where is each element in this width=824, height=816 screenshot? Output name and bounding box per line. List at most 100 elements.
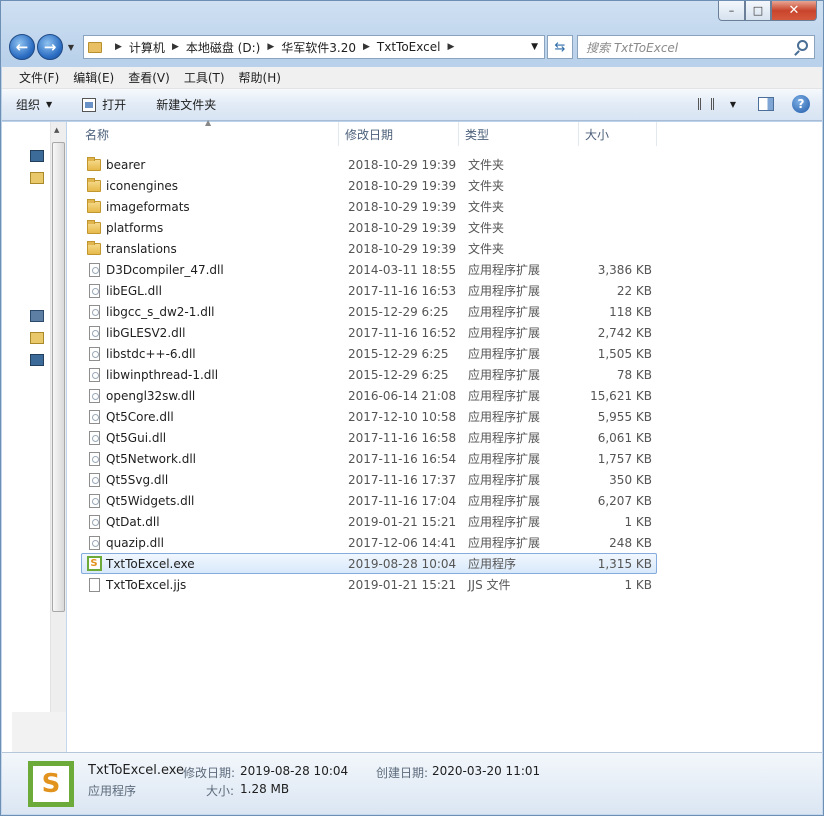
menu-edit[interactable]: 编辑(E) <box>66 69 121 86</box>
menu-view[interactable]: 查看(V) <box>121 69 177 86</box>
open-button[interactable]: 打开 <box>82 96 126 113</box>
file-row[interactable]: iconengines 2018-10-29 19:39 文件夹 <box>81 175 657 196</box>
scrollbar-thumb[interactable] <box>52 142 65 612</box>
search-icon[interactable] <box>797 40 808 51</box>
menu-help[interactable]: 帮助(H) <box>232 69 288 86</box>
breadcrumb-current[interactable]: TxtToExcel <box>377 40 441 54</box>
file-row[interactable]: translations 2018-10-29 19:39 文件夹 <box>81 238 657 259</box>
chevron-right-icon[interactable]: ▶ <box>115 42 122 52</box>
scroll-up-icon[interactable]: ▲ <box>54 126 59 134</box>
new-folder-label: 新建文件夹 <box>156 98 217 112</box>
column-header-type[interactable]: 类型 <box>459 122 579 146</box>
file-row[interactable]: Qt5Widgets.dll 2017-11-16 17:04 应用程序扩展 6,20… <box>81 490 657 511</box>
file-row[interactable]: Qt5Network.dll 2017-11-16 16:54 应用程序扩展 1,75… <box>81 448 657 469</box>
organize-button[interactable]: 组织 ▼ <box>16 96 52 113</box>
breadcrumb-folder[interactable]: 华军软件3.20 <box>281 39 356 56</box>
file-type: 文件夹 <box>468 158 505 172</box>
column-header-size[interactable]: 大小 <box>579 122 657 146</box>
file-row[interactable]: platforms 2018-10-29 19:39 文件夹 <box>81 217 657 238</box>
chevron-right-icon[interactable]: ▶ <box>447 42 454 52</box>
file-row[interactable]: libGLESV2.dll 2017-11-16 16:52 应用程序扩展 2,742… <box>81 322 657 343</box>
dll-file-icon <box>88 451 100 466</box>
file-date: 2018-10-29 19:39 <box>348 157 457 172</box>
file-row[interactable]: libstdc++-6.dll 2015-12-29 6:25 应用程序扩展 1,50… <box>81 343 657 364</box>
minimize-button[interactable]: – <box>718 1 745 21</box>
navigation-pane[interactable]: ▲ ▼ <box>2 122 66 752</box>
network-icon[interactable] <box>30 310 44 322</box>
file-row[interactable]: Qt5Svg.dll 2017-11-16 17:37 应用程序扩展 350 KB <box>81 469 657 490</box>
view-details-icon[interactable] <box>697 98 714 110</box>
file-row[interactable]: bearer 2018-10-29 19:39 文件夹 <box>81 154 657 175</box>
breadcrumb-drive[interactable]: 本地磁盘 (D:) <box>186 39 260 56</box>
column-header-date[interactable]: 修改日期 <box>339 122 459 146</box>
dll-file-icon <box>88 367 100 382</box>
preview-pane-icon[interactable] <box>758 97 774 111</box>
documents-icon[interactable] <box>30 332 44 344</box>
forward-button[interactable]: → <box>37 34 63 60</box>
file-type: 应用程序扩展 <box>468 305 541 319</box>
navigation-scrollbar[interactable]: ▲ ▼ <box>50 122 66 752</box>
libraries-icon[interactable] <box>30 172 44 184</box>
file-row[interactable]: D3Dcompiler_47.dll 2014-03-11 18:55 应用程序扩展… <box>81 259 657 280</box>
folder-icon <box>87 240 101 255</box>
new-folder-button[interactable]: 新建文件夹 <box>156 96 216 113</box>
window-controls: – □ ✕ <box>718 1 817 21</box>
file-date: 2018-10-29 19:39 <box>348 178 457 193</box>
file-size: 78 KB <box>616 367 652 382</box>
file-row[interactable]: QtDat.dll 2019-01-21 15:21 应用程序扩展 1 KB <box>81 511 657 532</box>
chevron-right-icon[interactable]: ▶ <box>267 42 274 52</box>
file-size: 1 KB <box>624 577 652 592</box>
row-icon-cell <box>82 283 106 298</box>
help-icon[interactable]: ? <box>792 95 810 113</box>
search-input[interactable]: 搜索 TxtToExcel <box>577 35 815 59</box>
row-icon-cell <box>82 219 106 234</box>
maximize-button[interactable]: □ <box>745 1 771 21</box>
file-row[interactable]: imageformats 2018-10-29 19:39 文件夹 <box>81 196 657 217</box>
row-icon-cell <box>82 535 106 550</box>
file-name: bearer <box>106 157 146 172</box>
arrow-left-icon: ← <box>15 38 29 56</box>
back-button[interactable]: ← <box>9 34 35 60</box>
menu-file[interactable]: 文件(F) <box>12 69 66 86</box>
file-row[interactable]: opengl32sw.dll 2016-06-14 21:08 应用程序扩展 15,6… <box>81 385 657 406</box>
drive-icon[interactable] <box>30 354 44 366</box>
refresh-button[interactable]: ⇆ <box>547 35 573 59</box>
application-icon: S <box>86 556 102 571</box>
dll-file-icon <box>88 409 100 424</box>
row-icon-cell <box>82 514 106 529</box>
file-date: 2017-11-16 16:58 <box>348 430 457 445</box>
chevron-right-icon[interactable]: ▶ <box>172 42 179 52</box>
file-row[interactable]: quazip.dll 2017-12-06 14:41 应用程序扩展 248 KB <box>81 532 657 553</box>
file-date: 2017-12-10 10:58 <box>348 409 457 424</box>
file-row[interactable]: libEGL.dll 2017-11-16 16:53 应用程序扩展 22 KB <box>81 280 657 301</box>
file-row[interactable]: libgcc_s_dw2-1.dll 2015-12-29 6:25 应用程序扩展 1… <box>81 301 657 322</box>
recent-pages-dropdown[interactable]: ▼ <box>65 43 77 52</box>
details-size-value: 1.28 MB <box>240 782 290 796</box>
file-row[interactable]: TxtToExcel.jjs 2019-01-21 15:21 JJS 文件 1 KB <box>81 574 657 595</box>
address-dropdown-icon[interactable]: ▼ <box>531 42 538 52</box>
row-icon-cell <box>82 451 106 466</box>
search-placeholder: 搜索 TxtToExcel <box>586 40 679 55</box>
folder-icon <box>87 177 101 192</box>
computer-icon[interactable] <box>30 150 44 162</box>
column-header-name[interactable]: ▲ 名称 <box>67 118 339 146</box>
chevron-right-icon[interactable]: ▶ <box>363 42 370 52</box>
details-modified-label: 修改日期: <box>183 766 236 780</box>
file-date: 2018-10-29 19:39 <box>348 241 457 256</box>
address-bar[interactable]: ▶ 计算机 ▶ 本地磁盘 (D:) ▶ 华军软件3.20 ▶ TxtToExce… <box>83 35 545 59</box>
view-options-dropdown-icon[interactable]: ▼ <box>730 100 736 109</box>
column-name-label: 名称 <box>85 127 110 142</box>
file-row[interactable]: S TxtToExcel.exe 2019-08-28 10:04 应用程序 1,315… <box>81 553 657 574</box>
close-button[interactable]: ✕ <box>771 1 817 21</box>
navigation-pane-footer <box>12 712 66 752</box>
file-row[interactable]: Qt5Core.dll 2017-12-10 10:58 应用程序扩展 5,955 K… <box>81 406 657 427</box>
details-file-name: TxtToExcel.exe <box>88 763 185 778</box>
column-type-label: 类型 <box>465 127 490 142</box>
file-date: 2018-10-29 19:39 <box>348 220 457 235</box>
breadcrumb-computer[interactable]: 计算机 <box>129 39 165 56</box>
file-list[interactable]: ▲ 名称 修改日期 类型 大小 bearer 2018-10-29 19:39 文件… <box>67 118 822 752</box>
menu-tools[interactable]: 工具(T) <box>177 69 232 86</box>
file-row[interactable]: Qt5Gui.dll 2017-11-16 16:58 应用程序扩展 6,061 KB <box>81 427 657 448</box>
file-row[interactable]: libwinpthread-1.dll 2015-12-29 6:25 应用程序扩展… <box>81 364 657 385</box>
row-icon-cell <box>82 177 106 192</box>
